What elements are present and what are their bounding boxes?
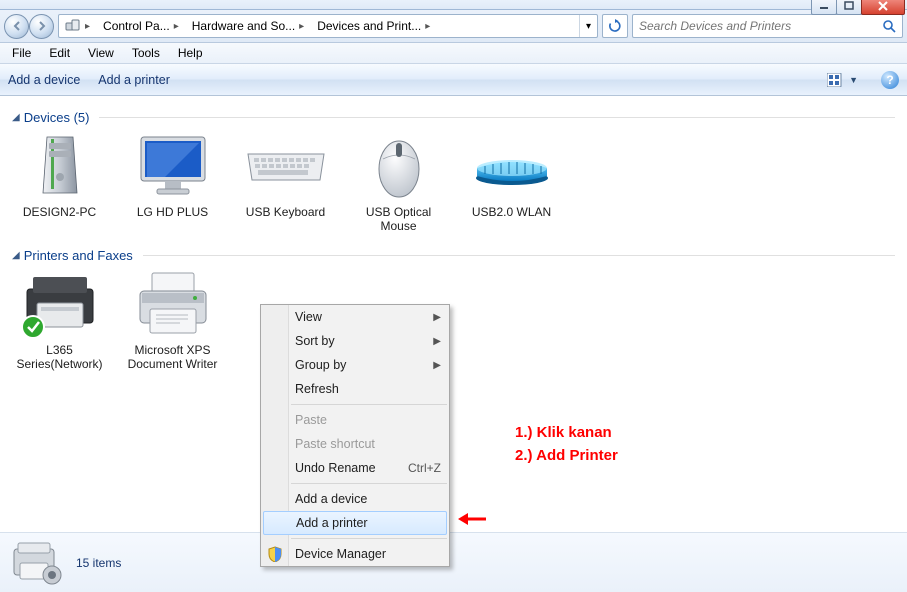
group-title: Printers and Faxes (24, 248, 133, 263)
ctx-sort-by[interactable]: Sort by▶ (261, 329, 449, 353)
device-label: LG HD PLUS (137, 205, 208, 219)
details-thumbnail-icon (10, 539, 64, 587)
minimize-button[interactable] (811, 0, 837, 15)
device-item[interactable]: LG HD PLUS (125, 131, 220, 234)
printer-default-icon (17, 269, 102, 339)
title-bar (0, 0, 907, 10)
shield-icon (266, 545, 284, 563)
menu-bar: File Edit View Tools Help (0, 43, 907, 64)
back-button[interactable] (4, 14, 29, 39)
details-count-label: 15 items (76, 556, 121, 570)
menu-tools[interactable]: Tools (124, 44, 168, 62)
menu-view[interactable]: View (80, 44, 122, 62)
view-options-button[interactable]: ▼ (822, 70, 863, 90)
details-pane: 15 items (0, 532, 907, 592)
device-label: USB Optical Mouse (351, 205, 446, 234)
printer-label: L365 Series(Network) (12, 343, 107, 372)
breadcrumb-segment[interactable]: Hardware and So...▸ (186, 15, 311, 37)
monitor-icon (130, 131, 215, 201)
menu-edit[interactable]: Edit (41, 44, 78, 62)
command-toolbar: Add a device Add a printer ▼ ? (0, 64, 907, 96)
window-controls (812, 0, 905, 15)
search-input[interactable] (639, 19, 882, 33)
breadcrumb-label: Hardware and So... (192, 19, 295, 33)
printer-item[interactable]: Microsoft XPS Document Writer (125, 269, 220, 372)
device-item[interactable]: USB Keyboard (238, 131, 333, 234)
printer-icon (130, 269, 215, 339)
ctx-refresh[interactable]: Refresh (261, 377, 449, 401)
ctx-paste-shortcut: Paste shortcut (261, 432, 449, 456)
maximize-button[interactable] (836, 0, 862, 15)
annotation-text: 1.) Klik kanan 2.) Add Printer (515, 422, 618, 467)
close-button[interactable] (861, 0, 905, 15)
device-label: DESIGN2-PC (23, 205, 96, 219)
ctx-add-device[interactable]: Add a device (261, 487, 449, 511)
ctx-undo-rename[interactable]: Undo RenameCtrl+Z (261, 456, 449, 480)
ctx-paste: Paste (261, 408, 449, 432)
pc-tower-icon (17, 131, 102, 201)
group-header-printers[interactable]: ◢ Printers and Faxes (12, 248, 895, 263)
forward-button[interactable] (29, 14, 54, 39)
device-item[interactable]: USB Optical Mouse (351, 131, 446, 234)
breadcrumb-root-icon[interactable]: ▸ (59, 15, 97, 37)
ctx-view[interactable]: View▶ (261, 305, 449, 329)
wlan-icon (469, 131, 554, 201)
ctx-group-by[interactable]: Group by▶ (261, 353, 449, 377)
add-printer-button[interactable]: Add a printer (98, 73, 170, 87)
device-item[interactable]: DESIGN2-PC (12, 131, 107, 234)
navigation-bar: ▸ Control Pa...▸ Hardware and So...▸ Dev… (0, 10, 907, 43)
breadcrumb-segment[interactable]: Devices and Print...▸ (311, 15, 437, 37)
address-dropdown[interactable]: ▾ (579, 15, 597, 37)
device-label: USB Keyboard (246, 205, 325, 219)
collapse-icon[interactable]: ◢ (12, 112, 20, 123)
refresh-icon (608, 19, 622, 33)
group-header-devices[interactable]: ◢ Devices (5) (12, 110, 895, 125)
annotation-arrow-icon (458, 511, 486, 527)
printer-item[interactable]: L365 Series(Network) (12, 269, 107, 372)
refresh-button[interactable] (602, 14, 628, 38)
breadcrumb-label: Devices and Print... (317, 19, 421, 33)
keyboard-icon (243, 131, 328, 201)
breadcrumb[interactable]: ▸ Control Pa...▸ Hardware and So...▸ Dev… (58, 14, 598, 38)
menu-help[interactable]: Help (170, 44, 211, 62)
breadcrumb-segment[interactable]: Control Pa...▸ (97, 15, 186, 37)
collapse-icon[interactable]: ◢ (12, 250, 20, 261)
devices-icon (65, 18, 81, 34)
add-device-button[interactable]: Add a device (8, 73, 80, 87)
device-item[interactable]: USB2.0 WLAN (464, 131, 559, 234)
breadcrumb-label: Control Pa... (103, 19, 170, 33)
search-box[interactable] (632, 14, 903, 38)
group-title: Devices (5) (24, 110, 90, 125)
ctx-add-printer[interactable]: Add a printer (263, 511, 447, 535)
context-menu: View▶ Sort by▶ Group by▶ Refresh Paste P… (260, 304, 450, 567)
printer-label: Microsoft XPS Document Writer (125, 343, 220, 372)
menu-file[interactable]: File (4, 44, 39, 62)
mouse-icon (356, 131, 441, 201)
view-icon (827, 73, 845, 87)
content-area[interactable]: ◢ Devices (5) DESIGN2-PC (0, 96, 907, 524)
device-label: USB2.0 WLAN (472, 205, 551, 219)
search-icon[interactable] (882, 19, 896, 33)
help-button[interactable]: ? (881, 71, 899, 89)
ctx-device-manager[interactable]: Device Manager (261, 542, 449, 566)
